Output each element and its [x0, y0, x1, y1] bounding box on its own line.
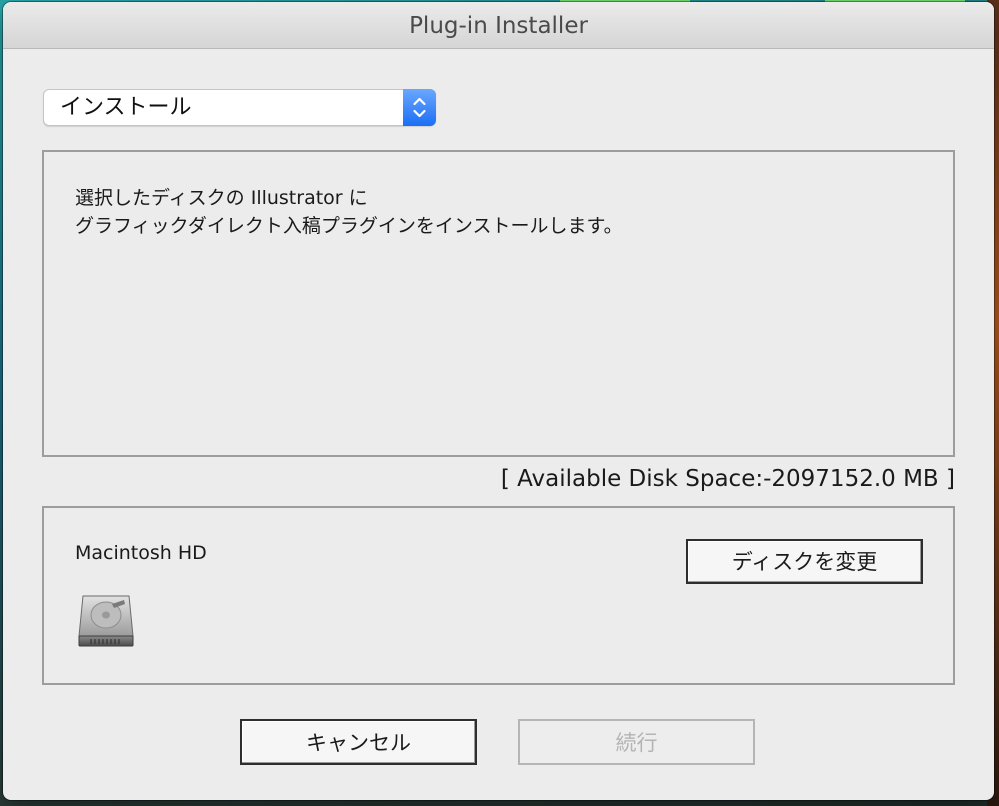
disk-name: Macintosh HD	[75, 542, 207, 564]
up-down-chevron-icon[interactable]	[403, 89, 436, 126]
cancel-button[interactable]: キャンセル	[240, 719, 477, 765]
change-disk-button[interactable]: ディスクを変更	[686, 539, 923, 584]
description-panel: 選択したディスクの Illustrator に グラフィックダイレクト入稿プラグ…	[42, 150, 955, 457]
plugin-installer-dialog: Plug-in Installer インストール 選択したディスクの Illus…	[3, 2, 994, 800]
install-mode-value: インストール	[60, 95, 192, 120]
description-line-1: 選択したディスクの Illustrator に	[75, 187, 368, 209]
install-mode-select[interactable]: インストール	[43, 89, 436, 126]
description-line-2: グラフィックダイレクト入稿プラグインをインストールします。	[75, 215, 623, 237]
hard-drive-icon	[77, 590, 135, 648]
continue-button[interactable]: 続行	[518, 719, 755, 765]
window-titlebar[interactable]: Plug-in Installer	[3, 2, 994, 49]
window-title: Plug-in Installer	[409, 13, 588, 39]
target-disk-panel: Macintosh HD ディスクを変更	[42, 506, 955, 685]
available-disk-space: [ Available Disk Space:-2097152.0 MB ]	[500, 466, 955, 492]
